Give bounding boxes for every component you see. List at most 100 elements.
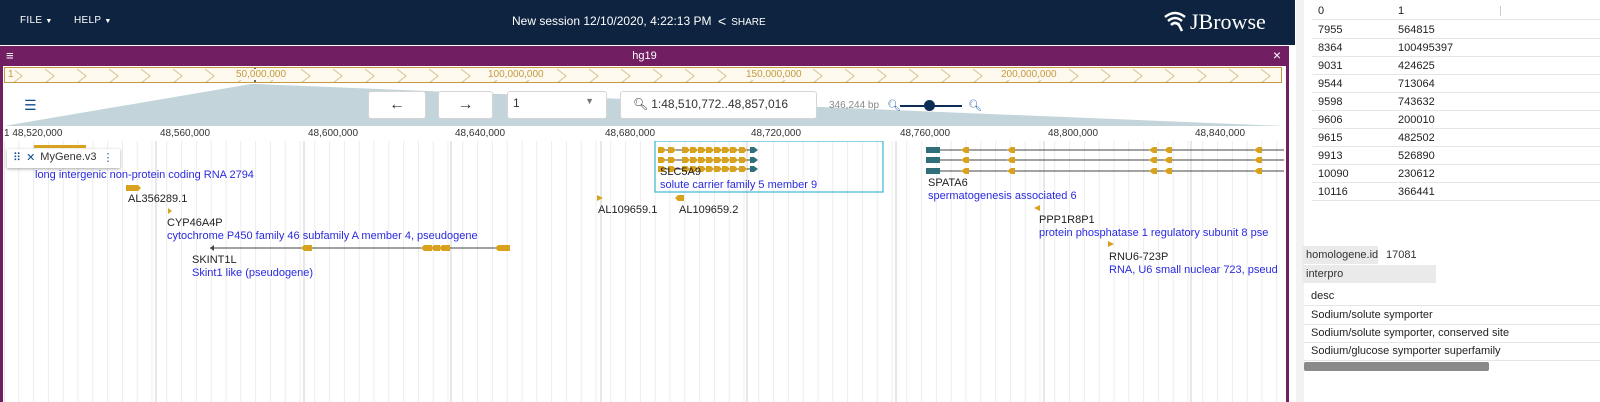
table-cell: 9031 xyxy=(1318,60,1343,72)
share-button[interactable]: < SHARE xyxy=(718,13,766,29)
feature-description: long intergenic non-protein coding RNA 2… xyxy=(35,169,254,181)
arrow-left-icon: ← xyxy=(389,96,405,113)
close-track-icon[interactable]: ✕ xyxy=(26,151,35,164)
feature-glyph-spata6[interactable] xyxy=(926,147,1284,174)
overview-label: 200,000,000 xyxy=(1000,69,1058,80)
file-menu-button[interactable]: FILE ▼ xyxy=(20,15,53,26)
share-icon: < xyxy=(718,13,727,29)
horizontal-scrollbar[interactable] xyxy=(1304,362,1489,371)
feature-name: AL356289.1 xyxy=(128,193,188,205)
attribute-label: homologene.id xyxy=(1302,246,1378,264)
overview-label: 50,000,000 xyxy=(235,69,288,80)
feature-name: SLC5A9 xyxy=(660,166,701,178)
table-cell: 200010 xyxy=(1398,114,1435,126)
arrow-right-icon: → xyxy=(457,96,474,113)
feature-name: SKINT1L xyxy=(192,254,237,266)
attribute-label: interpro xyxy=(1302,265,1436,283)
table-row: 7955 564815 xyxy=(1312,22,1600,39)
zoom-out-icon[interactable]: 🔍︎ xyxy=(887,99,901,112)
track-name: MyGene.v3 xyxy=(40,151,97,163)
refname-value: 1 xyxy=(513,96,520,110)
table-cell: 9606 xyxy=(1318,114,1343,126)
feature-glyph-linc[interactable] xyxy=(34,145,86,148)
ruler-tick-label: 1 48,520,000 xyxy=(4,128,63,139)
table-row: 9606 200010 xyxy=(1312,112,1600,129)
location-search-input[interactable]: 🔍︎ 1:48,510,772..48,857,016 xyxy=(620,91,817,119)
search-icon: 🔍︎ xyxy=(633,97,649,111)
track-menu-icon[interactable]: ⋮ xyxy=(103,151,114,164)
ruler-tick-label: 48,760,000 xyxy=(900,128,951,139)
column-header: 0 xyxy=(1318,5,1325,17)
view-header: ≡ hg19 × xyxy=(0,46,1289,66)
feature-glyph-al356289[interactable] xyxy=(126,185,141,191)
table-cell: 7955 xyxy=(1318,24,1343,36)
track-selector-icon[interactable]: ☰ xyxy=(24,97,37,114)
feature-name: AL109659.2 xyxy=(679,204,739,216)
ruler-tick-label: 48,560,000 xyxy=(160,128,211,139)
table-cell: 10116 xyxy=(1318,186,1348,198)
session-title[interactable]: New session 12/10/2020, 4:22:13 PM xyxy=(512,14,711,28)
dropdown-arrow-icon: ▼ xyxy=(585,96,594,106)
share-label: SHARE xyxy=(731,17,766,28)
assembly-name: hg19 xyxy=(632,50,657,62)
ruler-tick-label: 48,600,000 xyxy=(308,128,359,139)
feature-glyph-ppp1r8p1[interactable] xyxy=(1034,205,1040,211)
logo-text: JBrowse xyxy=(1190,9,1266,34)
zoom-in-icon[interactable]: 🔍︎ xyxy=(968,99,982,112)
table-row: 9615 482502 xyxy=(1312,130,1600,147)
table-cell: 9598 xyxy=(1318,96,1343,108)
table-cell: 366441 xyxy=(1398,186,1435,198)
feature-description: solute carrier family 5 member 9 xyxy=(660,179,818,191)
table-cell: 8364 xyxy=(1318,42,1343,54)
table-cell: 482502 xyxy=(1398,132,1435,144)
feature-description: RNA, U6 small nuclear 723, pseud xyxy=(1109,264,1278,276)
ruler-tick-label: 48,720,000 xyxy=(751,128,802,139)
close-view-icon[interactable]: × xyxy=(1273,47,1281,63)
table-row: Sodium/solute symporter, conserved site xyxy=(1304,325,1600,343)
table-cell: 9544 xyxy=(1318,78,1343,90)
feature-glyph-al109659-1[interactable] xyxy=(597,195,603,201)
feature-glyph-rnu6-723p[interactable] xyxy=(1108,241,1114,247)
table-header: 0 1 xyxy=(1312,3,1600,20)
feature-glyph-cyp46a4p[interactable] xyxy=(168,208,172,214)
track-label[interactable]: ⠿ ✕ MyGene.v3 ⋮ xyxy=(7,149,120,168)
overview-label: 1 xyxy=(7,69,15,80)
table-row: 8364 100495397 xyxy=(1312,40,1600,57)
feature-glyph-al109659-2[interactable] xyxy=(675,195,684,201)
column-header: 1 xyxy=(1398,5,1405,17)
help-menu-button[interactable]: HELP ▼ xyxy=(74,15,112,26)
overview-scalebar[interactable]: 1 50,000,000 100,000,000 150,000,000 200… xyxy=(4,67,1282,83)
table-row: 9031 424625 xyxy=(1312,58,1600,75)
bp-count: 346,244 bp xyxy=(829,100,880,111)
table-row: Sodium/solute symporter xyxy=(1304,307,1600,325)
table-row: 10090 230612 xyxy=(1312,166,1600,183)
zoom-slider-thumb[interactable] xyxy=(924,100,935,111)
table-cell: 9913 xyxy=(1318,150,1343,162)
help-menu-label: HELP xyxy=(74,15,102,26)
attribute-value: 17081 xyxy=(1386,249,1417,261)
table-cell: 100495397 xyxy=(1398,42,1454,54)
logo-icon xyxy=(1164,11,1186,32)
overview-label: 100,000,000 xyxy=(487,69,545,80)
feature-description: protein phosphatase 1 regulatory subunit… xyxy=(1039,227,1269,239)
table-cell: 526890 xyxy=(1398,150,1435,162)
location-value: 1:48,510,772..48,857,016 xyxy=(651,97,789,111)
table-cell: 743632 xyxy=(1398,96,1435,108)
column-divider[interactable] xyxy=(1500,6,1501,16)
feature-name: PPP1R8P1 xyxy=(1039,214,1095,226)
refname-select[interactable]: 1 ▼ xyxy=(507,91,607,119)
feature-description: Skint1 like (pseudogene) xyxy=(192,267,314,279)
feature-glyph-skint1l[interactable] xyxy=(210,245,510,251)
scroll-forward-button[interactable]: → xyxy=(438,91,493,119)
coordinate-ruler: 1 48,520,000 48,560,000 48,600,000 48,64… xyxy=(4,127,1284,141)
caret-down-icon: ▼ xyxy=(45,18,53,25)
jbrowse-logo: JBrowse xyxy=(1162,9,1266,35)
scroll-back-button[interactable]: ← xyxy=(368,91,426,119)
table-row: 9544 713064 xyxy=(1312,76,1600,93)
ruler-tick-label: 48,840,000 xyxy=(1195,128,1246,139)
feature-name: RNU6-723P xyxy=(1109,251,1169,263)
table-cell: 424625 xyxy=(1398,60,1435,72)
drag-handle-icon[interactable]: ⠿ xyxy=(13,151,21,164)
ruler-tick-label: 48,800,000 xyxy=(1048,128,1099,139)
feature-name: AL109659.1 xyxy=(598,204,658,216)
